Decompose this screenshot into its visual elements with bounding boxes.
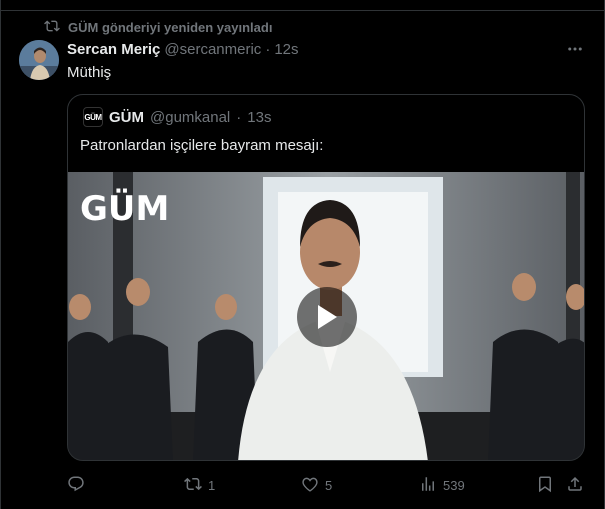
bookmark-icon <box>536 475 554 496</box>
views-button[interactable]: 539 <box>419 474 465 496</box>
like-button[interactable]: 5 <box>301 474 332 496</box>
tweet-timestamp[interactable]: 12s <box>274 41 298 58</box>
quote-header: GÜM GÜM @gumkanal · 13s <box>83 107 271 127</box>
quote-author-name[interactable]: GÜM <box>109 109 144 126</box>
like-count: 5 <box>325 477 333 493</box>
views-count: 539 <box>443 477 465 493</box>
retweet-count: 1 <box>208 477 216 493</box>
top-divider <box>0 0 605 11</box>
header-separator: · <box>265 41 271 58</box>
video-watermark: GÜM <box>80 188 169 229</box>
quote-timestamp[interactable]: 13s <box>247 109 271 126</box>
bookmark-button[interactable] <box>536 474 554 496</box>
retweet-context[interactable]: GÜM gönderiyi yeniden yayınladı <box>44 19 272 36</box>
author-handle[interactable]: @sercanmeric <box>164 41 261 58</box>
play-button[interactable] <box>297 287 357 347</box>
left-border <box>0 0 1 509</box>
avatar[interactable] <box>19 40 59 80</box>
reply-button[interactable] <box>67 474 91 496</box>
quoted-tweet[interactable]: GÜM GÜM @gumkanal · 13s Patronlardan işç… <box>67 94 585 461</box>
share-button[interactable] <box>566 474 584 496</box>
reply-icon <box>67 475 85 496</box>
tweet-text: Müthiş <box>67 64 112 81</box>
play-icon <box>316 304 338 330</box>
views-icon <box>419 475 437 496</box>
quote-text: Patronlardan işçilere bayram mesajı: <box>80 137 324 154</box>
retweet-icon <box>184 475 202 496</box>
tweet-header: Sercan Meriç @sercanmeric · 12s <box>67 41 299 58</box>
video-player[interactable]: GÜM <box>68 172 584 460</box>
more-icon <box>566 40 584 63</box>
tweet-actions: 1 5 539 <box>67 474 587 496</box>
share-icon <box>566 475 584 496</box>
retweet-icon <box>44 18 60 37</box>
retweet-context-text: GÜM gönderiyi yeniden yayınladı <box>68 20 273 35</box>
quote-avatar[interactable]: GÜM <box>83 107 103 127</box>
quote-author-handle[interactable]: @gumkanal <box>150 109 230 126</box>
quote-separator: · <box>236 108 242 126</box>
more-options-button[interactable] <box>564 40 586 62</box>
author-name[interactable]: Sercan Meriç <box>67 41 160 58</box>
retweet-button[interactable]: 1 <box>184 474 215 496</box>
heart-icon <box>301 475 319 496</box>
